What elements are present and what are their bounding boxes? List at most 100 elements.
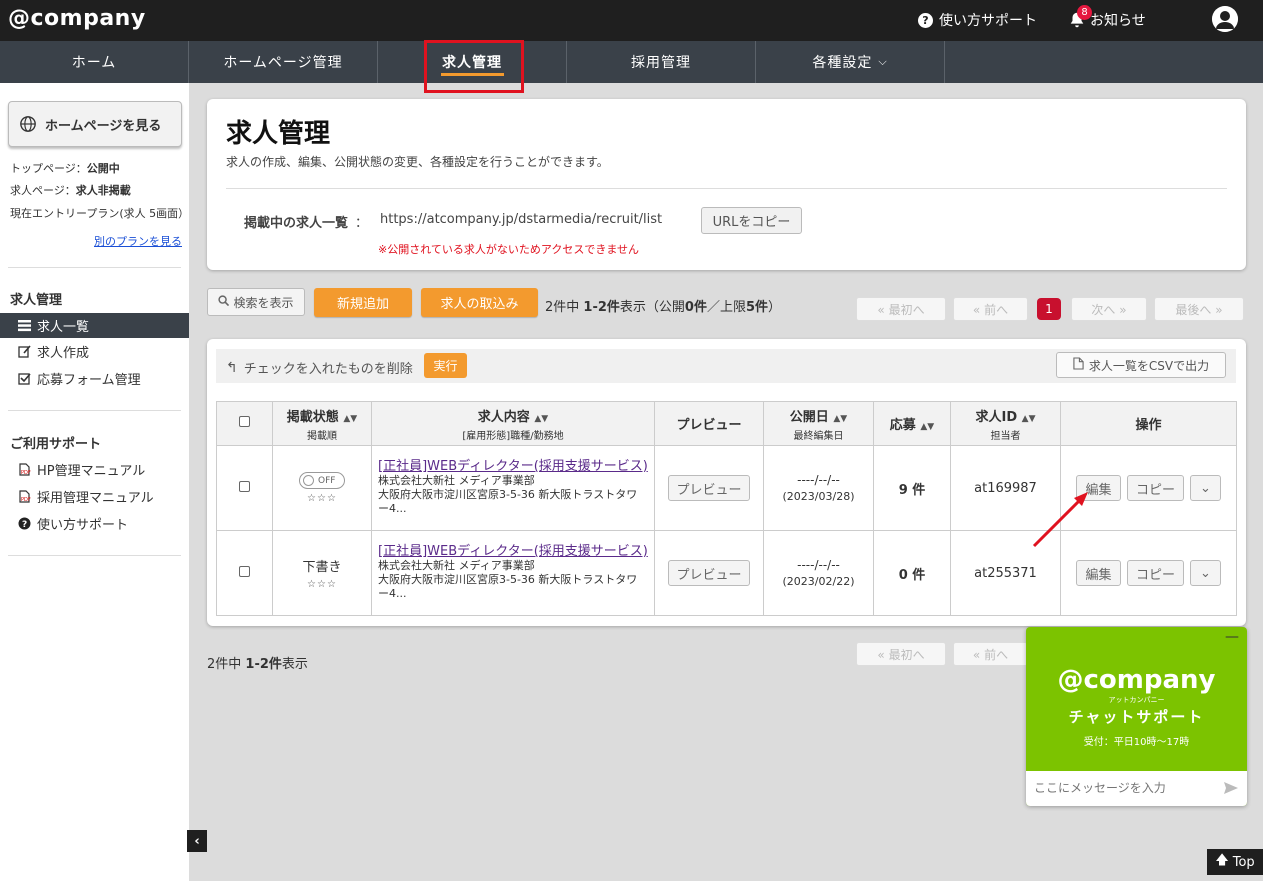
nav-home[interactable]: ホーム	[0, 41, 189, 83]
more-actions-button[interactable]: ⌄	[1190, 560, 1221, 586]
chat-logo-kana: アットカンパニー	[1108, 696, 1165, 704]
toggle-label: OFF	[318, 475, 336, 486]
annotation-highlight-box	[424, 40, 524, 93]
sidebar-collapse-button[interactable]: ‹	[187, 830, 207, 852]
last-edit-date: (2023/03/28)	[782, 490, 855, 503]
execute-button[interactable]: 実行	[424, 353, 467, 378]
more-actions-button[interactable]: ⌄	[1190, 475, 1221, 501]
nav-recruitment-management[interactable]: 採用管理	[567, 41, 756, 83]
sort-icon: ▲▼	[833, 413, 848, 424]
import-job-button[interactable]: 求人の取込み	[421, 288, 538, 317]
chat-message-input[interactable]	[1034, 777, 1214, 799]
col-ops: 操作	[1060, 401, 1237, 446]
pager-next-button[interactable]: 次へ »	[1071, 297, 1147, 321]
header-divider	[226, 188, 1227, 189]
copy-button[interactable]: コピー	[1127, 560, 1184, 586]
job-title-link[interactable]: [正社員]WEBディレクター(採用支援サービス)	[378, 545, 648, 559]
sort-icon: ▲▼	[1021, 413, 1036, 424]
count-public: 0件	[684, 300, 707, 315]
user-avatar-icon[interactable]	[1212, 6, 1238, 32]
back-to-top-label: Top	[1232, 854, 1255, 870]
plan-text: 現在エントリープラン(求人 5画面）	[10, 207, 190, 220]
col-content[interactable]: 求人内容 ▲▼ [雇用形態]職種/勤務地	[371, 401, 655, 446]
col-id[interactable]: 求人ID ▲▼ 担当者	[950, 401, 1061, 446]
add-job-button[interactable]: 新規追加	[314, 288, 412, 317]
count-range: 1-2件	[583, 300, 620, 315]
col-status[interactable]: 掲載状態 ▲▼ 掲載順	[272, 401, 372, 446]
priority-stars[interactable]: ☆☆☆	[273, 579, 371, 590]
other-plan-link[interactable]: 別のプランを見る	[94, 233, 182, 249]
help-support-label: 使い方サポート	[939, 13, 1037, 29]
csv-export-button[interactable]: 求人一覧をCSVで出力	[1056, 352, 1226, 378]
view-homepage-button[interactable]: ホームページを見る	[8, 101, 182, 147]
job-id: at255371	[974, 565, 1037, 581]
sidebar: ホームページを見る トップページ：公開中 求人ページ：求人非掲載 現在エントリー…	[0, 83, 189, 881]
sidebar-item-job-create[interactable]: 求人作成	[0, 339, 189, 364]
bottom-pager-prev-button[interactable]: « 前へ	[953, 642, 1028, 666]
pager-current-page[interactable]: 1	[1037, 298, 1061, 320]
col-content-sub: [雇用形態]職種/勤務地	[462, 430, 564, 442]
select-all-checkbox[interactable]	[239, 416, 250, 427]
sidebar-section-job-management: 求人管理	[10, 293, 63, 308]
chat-title: チャットサポート	[1068, 708, 1205, 726]
apply-count[interactable]: 0 件	[899, 568, 926, 583]
row-select-cell	[216, 530, 273, 616]
back-to-top-button[interactable]: 🡅 Top	[1207, 849, 1263, 875]
job-address: 大阪府大阪市淀川区宮原3-5-36 新大阪トラストタワー4...	[378, 488, 638, 515]
job-list-card: ↰ チェックを入れたものを削除 実行 求人一覧をCSVで出力 掲載状態 ▲▼ 掲載…	[207, 339, 1246, 626]
row-select-cell	[216, 445, 273, 531]
col-id-sub: 担当者	[990, 430, 1021, 442]
notice-link[interactable]: 8 お知らせ	[1068, 5, 1146, 30]
bell-icon: 8	[1068, 5, 1092, 29]
bottom-pager-first-button[interactable]: « 最初へ	[856, 642, 946, 666]
notice-count-badge: 8	[1077, 5, 1092, 20]
nav-settings[interactable]: 各種設定 ⌵	[756, 41, 945, 83]
col-apply-label: 応募	[889, 418, 916, 433]
copy-button[interactable]: コピー	[1127, 475, 1184, 501]
help-support-link[interactable]: ? 使い方サポート	[918, 10, 1037, 30]
sidebar-item-application-form[interactable]: 応募フォーム管理	[0, 366, 189, 391]
send-icon[interactable]	[1223, 780, 1239, 796]
sidebar-item-job-list-label: 求人一覧	[37, 320, 90, 335]
sidebar-item-recruit-manual[interactable]: PDF 採用管理マニュアル	[0, 484, 189, 509]
show-search-button[interactable]: 検索を表示	[207, 288, 305, 316]
row-checkbox[interactable]	[239, 566, 250, 577]
page-header-card: 求人管理 求人の作成、編集、公開状態の変更、各種設定を行うことができます。 掲載…	[207, 99, 1246, 270]
pager-prev-button[interactable]: « 前へ	[953, 297, 1028, 321]
col-apply[interactable]: 応募 ▲▼	[873, 401, 951, 446]
svg-text:PDF: PDF	[21, 470, 31, 476]
pager-first-button[interactable]: « 最初へ	[856, 297, 946, 321]
sidebar-item-help-support[interactable]: ? 使い方サポート	[0, 511, 189, 536]
nav-homepage-management[interactable]: ホームページ管理	[189, 41, 378, 83]
list-icon	[18, 319, 31, 332]
job-page-status: 求人ページ：求人非掲載	[10, 182, 131, 198]
publish-toggle[interactable]: OFF	[299, 472, 345, 489]
col-date[interactable]: 公開日 ▲▼ 最終編集日	[763, 401, 874, 446]
main-nav: ホーム ホームページ管理 求人管理 採用管理 各種設定 ⌵	[0, 41, 1263, 83]
priority-stars[interactable]: ☆☆☆	[273, 493, 371, 504]
count-suffix-c: ）	[768, 300, 782, 315]
row-checkbox[interactable]	[239, 481, 250, 492]
chat-logo: @company	[1057, 665, 1216, 695]
pager-last-button[interactable]: 最後へ »	[1154, 297, 1244, 321]
job-title-link[interactable]: [正社員]WEBディレクター(採用支援サービス)	[378, 460, 648, 474]
job-content-cell: [正社員]WEBディレクター(採用支援サービス) 株式会社大新社 メディア事業部…	[371, 445, 655, 531]
col-status-sub: 掲載順	[307, 430, 337, 442]
col-date-label: 公開日	[789, 409, 829, 425]
sort-icon: ▲▼	[920, 422, 935, 432]
chat-minimize-button[interactable]: —	[1225, 629, 1239, 645]
sidebar-item-help-support-label: 使い方サポート	[37, 518, 129, 533]
access-warning: ※公開されている求人がないためアクセスできません	[378, 243, 640, 256]
copy-url-button[interactable]: URLをコピー	[701, 207, 802, 234]
sidebar-item-job-create-label: 求人作成	[37, 346, 90, 361]
preview-button[interactable]: プレビュー	[668, 560, 750, 586]
pdf-icon: PDF	[18, 490, 31, 503]
company-logo[interactable]: @company	[8, 6, 146, 31]
chat-support-widget[interactable]: — @company アットカンパニー チャットサポート 受付：平日10時～17…	[1026, 627, 1247, 806]
sidebar-item-job-list[interactable]: 求人一覧	[0, 313, 189, 338]
preview-button[interactable]: プレビュー	[668, 475, 750, 501]
sidebar-item-hp-manual[interactable]: PDF HP管理マニュアル	[0, 457, 189, 482]
edit-button[interactable]: 編集	[1076, 560, 1121, 586]
public-list-url-text: https://atcompany.jp/dstarmedia/recruit/…	[380, 212, 663, 227]
apply-count[interactable]: 9 件	[899, 483, 926, 498]
